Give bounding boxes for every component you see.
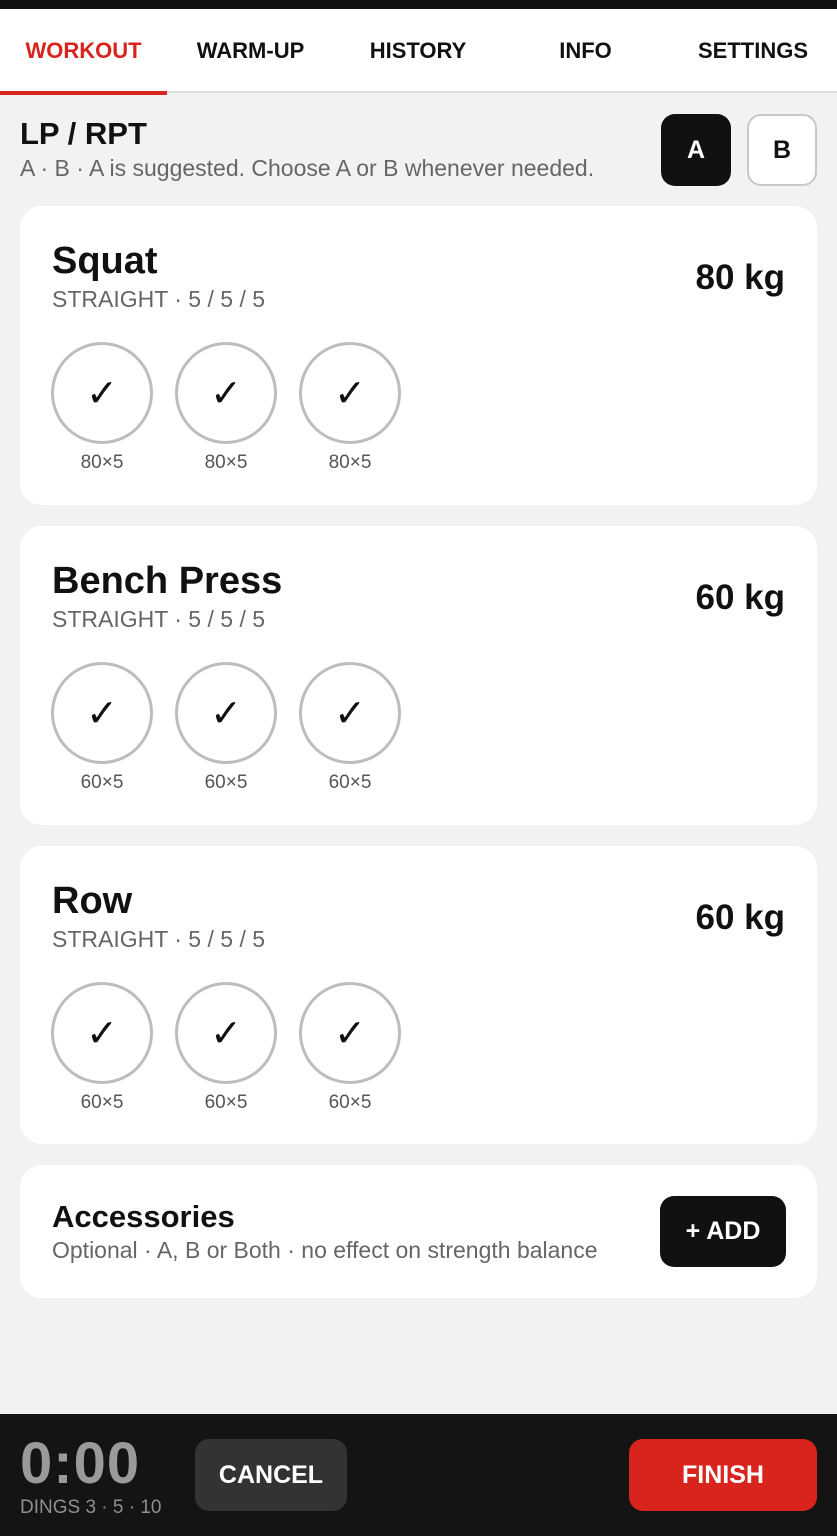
tab-warm-up[interactable]: WARM-UP	[167, 9, 334, 93]
set-1-label: 60×5	[80, 772, 124, 793]
set-2: ✓ 60×5	[175, 982, 277, 1114]
set-1: ✓ 80×5	[51, 342, 153, 474]
program-subtitle: A · B · A is suggested. Choose A or B wh…	[20, 155, 595, 181]
exercise-scheme: STRAIGHT · 5 / 5 / 5	[52, 606, 266, 632]
set-3-button[interactable]: ✓	[299, 342, 401, 444]
exercise-scheme: STRAIGHT · 5 / 5 / 5	[52, 286, 266, 312]
exercise-card-bench-press: Bench Press STRAIGHT · 5 / 5 / 5 60 kg ✓…	[20, 526, 817, 825]
exercise-card-row: Row STRAIGHT · 5 / 5 / 5 60 kg ✓ 60×5 ✓ …	[20, 846, 817, 1144]
set-1-button[interactable]: ✓	[51, 982, 153, 1084]
program-b-button[interactable]: B	[747, 114, 817, 186]
check-icon: ✓	[210, 692, 242, 735]
exercise-scheme: STRAIGHT · 5 / 5 / 5	[52, 926, 266, 952]
exercise-weight[interactable]: 60 kg	[696, 578, 786, 618]
set-1-button[interactable]: ✓	[51, 662, 153, 764]
set-3-label: 60×5	[328, 1092, 372, 1113]
set-1: ✓ 60×5	[51, 982, 153, 1114]
exercise-name: Bench Press	[52, 560, 283, 602]
set-3: ✓ 60×5	[299, 982, 401, 1114]
set-2-button[interactable]: ✓	[175, 982, 277, 1084]
set-3-label: 80×5	[328, 452, 372, 473]
rest-timer: 0:00	[20, 1431, 141, 1496]
set-1-button[interactable]: ✓	[51, 342, 153, 444]
bottom-bar: 0:00 DINGS 3 · 5 · 10 CANCEL FINISH	[0, 1414, 837, 1536]
set-2-button[interactable]: ✓	[175, 662, 277, 764]
tab-settings[interactable]: SETTINGS	[669, 9, 837, 93]
set-2-label: 80×5	[204, 452, 248, 473]
check-icon: ✓	[334, 1012, 366, 1055]
check-icon: ✓	[334, 372, 366, 415]
cancel-button[interactable]: CANCEL	[195, 1439, 347, 1511]
accessories-title: Accessories	[52, 1199, 235, 1234]
tab-workout[interactable]: WORKOUT	[0, 9, 167, 95]
set-2-button[interactable]: ✓	[175, 342, 277, 444]
add-accessory-button[interactable]: + ADD	[660, 1196, 786, 1267]
tab-bar: WORKOUT WARM-UP HISTORY INFO SETTINGS	[0, 9, 837, 95]
exercise-weight[interactable]: 80 kg	[696, 258, 786, 298]
set-1: ✓ 60×5	[51, 662, 153, 794]
exercise-name: Squat	[52, 240, 158, 282]
tab-info[interactable]: INFO	[502, 9, 669, 93]
exercise-card-squat: Squat STRAIGHT · 5 / 5 / 5 80 kg ✓ 80×5 …	[20, 206, 817, 505]
exercise-weight[interactable]: 60 kg	[696, 898, 786, 938]
accessories-subtitle: Optional · A, B or Both · no effect on s…	[52, 1237, 598, 1263]
check-icon: ✓	[210, 1012, 242, 1055]
set-3: ✓ 60×5	[299, 662, 401, 794]
set-3: ✓ 80×5	[299, 342, 401, 474]
set-3-button[interactable]: ✓	[299, 982, 401, 1084]
set-2: ✓ 80×5	[175, 342, 277, 474]
check-icon: ✓	[86, 372, 118, 415]
dings-info: DINGS 3 · 5 · 10	[20, 1497, 162, 1518]
check-icon: ✓	[86, 1012, 118, 1055]
tab-history[interactable]: HISTORY	[334, 9, 502, 93]
set-2-label: 60×5	[204, 1092, 248, 1113]
accessories-card: Accessories Optional · A, B or Both · no…	[20, 1165, 817, 1298]
check-icon: ✓	[334, 692, 366, 735]
exercise-name: Row	[52, 880, 133, 922]
program-a-button[interactable]: A	[661, 114, 731, 186]
set-2: ✓ 60×5	[175, 662, 277, 794]
set-1-label: 80×5	[80, 452, 124, 473]
set-1-label: 60×5	[80, 1092, 124, 1113]
check-icon: ✓	[210, 372, 242, 415]
set-3-button[interactable]: ✓	[299, 662, 401, 764]
program-title: LP / RPT	[20, 116, 147, 151]
finish-button[interactable]: FINISH	[629, 1439, 817, 1511]
check-icon: ✓	[86, 692, 118, 735]
status-strip	[0, 0, 837, 9]
set-2-label: 60×5	[204, 772, 248, 793]
set-3-label: 60×5	[328, 772, 372, 793]
